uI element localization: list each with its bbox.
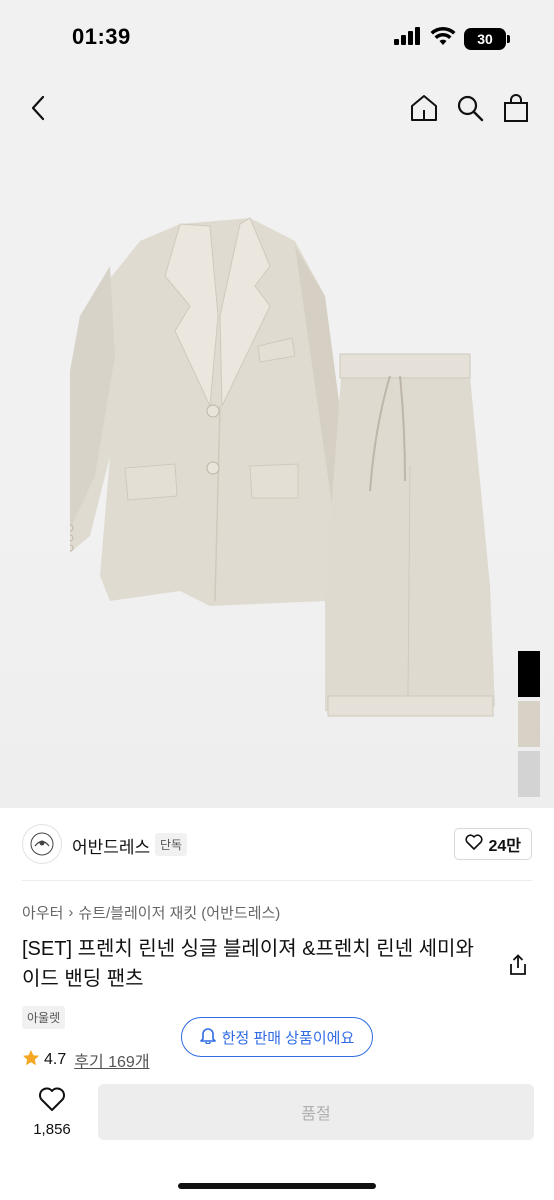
swatch-gray[interactable]: [518, 751, 540, 797]
outlet-tag: 아울렛: [22, 1006, 66, 1029]
wifi-icon: [430, 26, 456, 51]
heart-outline-icon: [38, 1086, 66, 1117]
battery-level: 30: [477, 30, 493, 47]
product-title: [SET] 프렌치 린넨 싱글 블레이져 &프렌치 린넨 세미와이드 밴딩 팬츠: [22, 938, 474, 990]
brand-logo[interactable]: [22, 824, 62, 864]
linen-suit-set-image: [40, 217, 495, 717]
battery-icon: 30: [464, 27, 510, 50]
soldout-button[interactable]: 품절: [98, 1084, 534, 1140]
brand-like-button[interactable]: 24만: [454, 828, 532, 860]
brand-row: 어반드레스 단독 24만: [0, 820, 554, 872]
product-image[interactable]: [40, 206, 510, 726]
share-button[interactable]: [504, 953, 532, 981]
swatch-black[interactable]: [518, 651, 540, 697]
divider: [22, 880, 532, 881]
search-button[interactable]: [454, 92, 486, 128]
star-icon: [22, 1049, 40, 1072]
signal-icon: [394, 27, 422, 50]
brand-name[interactable]: 어반드레스: [72, 833, 150, 858]
status-time: 01:39: [72, 24, 131, 49]
exclusive-badge: 단독: [155, 833, 188, 856]
color-swatches: [518, 651, 540, 797]
breadcrumb-separator: ›: [68, 904, 74, 921]
rating: 4.7 후기 169개: [22, 1048, 150, 1072]
wish-button[interactable]: 1,856: [26, 1086, 78, 1138]
status-icons: 30: [394, 26, 510, 51]
limited-sale-notice: 한정 판매 상품이에요: [181, 1017, 373, 1057]
swatch-beige[interactable]: [518, 701, 540, 747]
breadcrumb-subcategory[interactable]: 슈트/블레이저 재킷 (어반드레스): [78, 902, 280, 923]
breadcrumb-category[interactable]: 아우터: [22, 902, 63, 923]
heart-icon: [465, 833, 484, 855]
brand-like-count: 24만: [488, 838, 521, 855]
home-icon: [409, 93, 439, 128]
review-link[interactable]: 후기 169개: [74, 1048, 149, 1072]
share-icon: [508, 953, 528, 981]
home-indicator: [178, 1183, 376, 1189]
status-bar: 01:39 30: [0, 0, 554, 76]
search-icon: [456, 94, 484, 127]
cart-button[interactable]: [500, 92, 532, 128]
shopping-bag-icon: [502, 93, 530, 128]
back-button[interactable]: [22, 94, 54, 126]
product-hero: [0, 76, 554, 808]
chevron-left-icon: [30, 95, 46, 126]
wish-count: 1,856: [33, 1121, 71, 1138]
brand-logo-icon: [30, 832, 54, 856]
limited-sale-text: 한정 판매 상품이에요: [221, 1029, 355, 1047]
rating-value: 4.7: [44, 1051, 67, 1068]
breadcrumb: 아우터 › 슈트/블레이저 재킷 (어반드레스): [22, 902, 280, 923]
home-button[interactable]: [408, 92, 440, 128]
bottom-bar: 1,856 품절: [0, 1078, 554, 1200]
header-actions: [408, 92, 532, 128]
bell-icon: [199, 1026, 216, 1048]
